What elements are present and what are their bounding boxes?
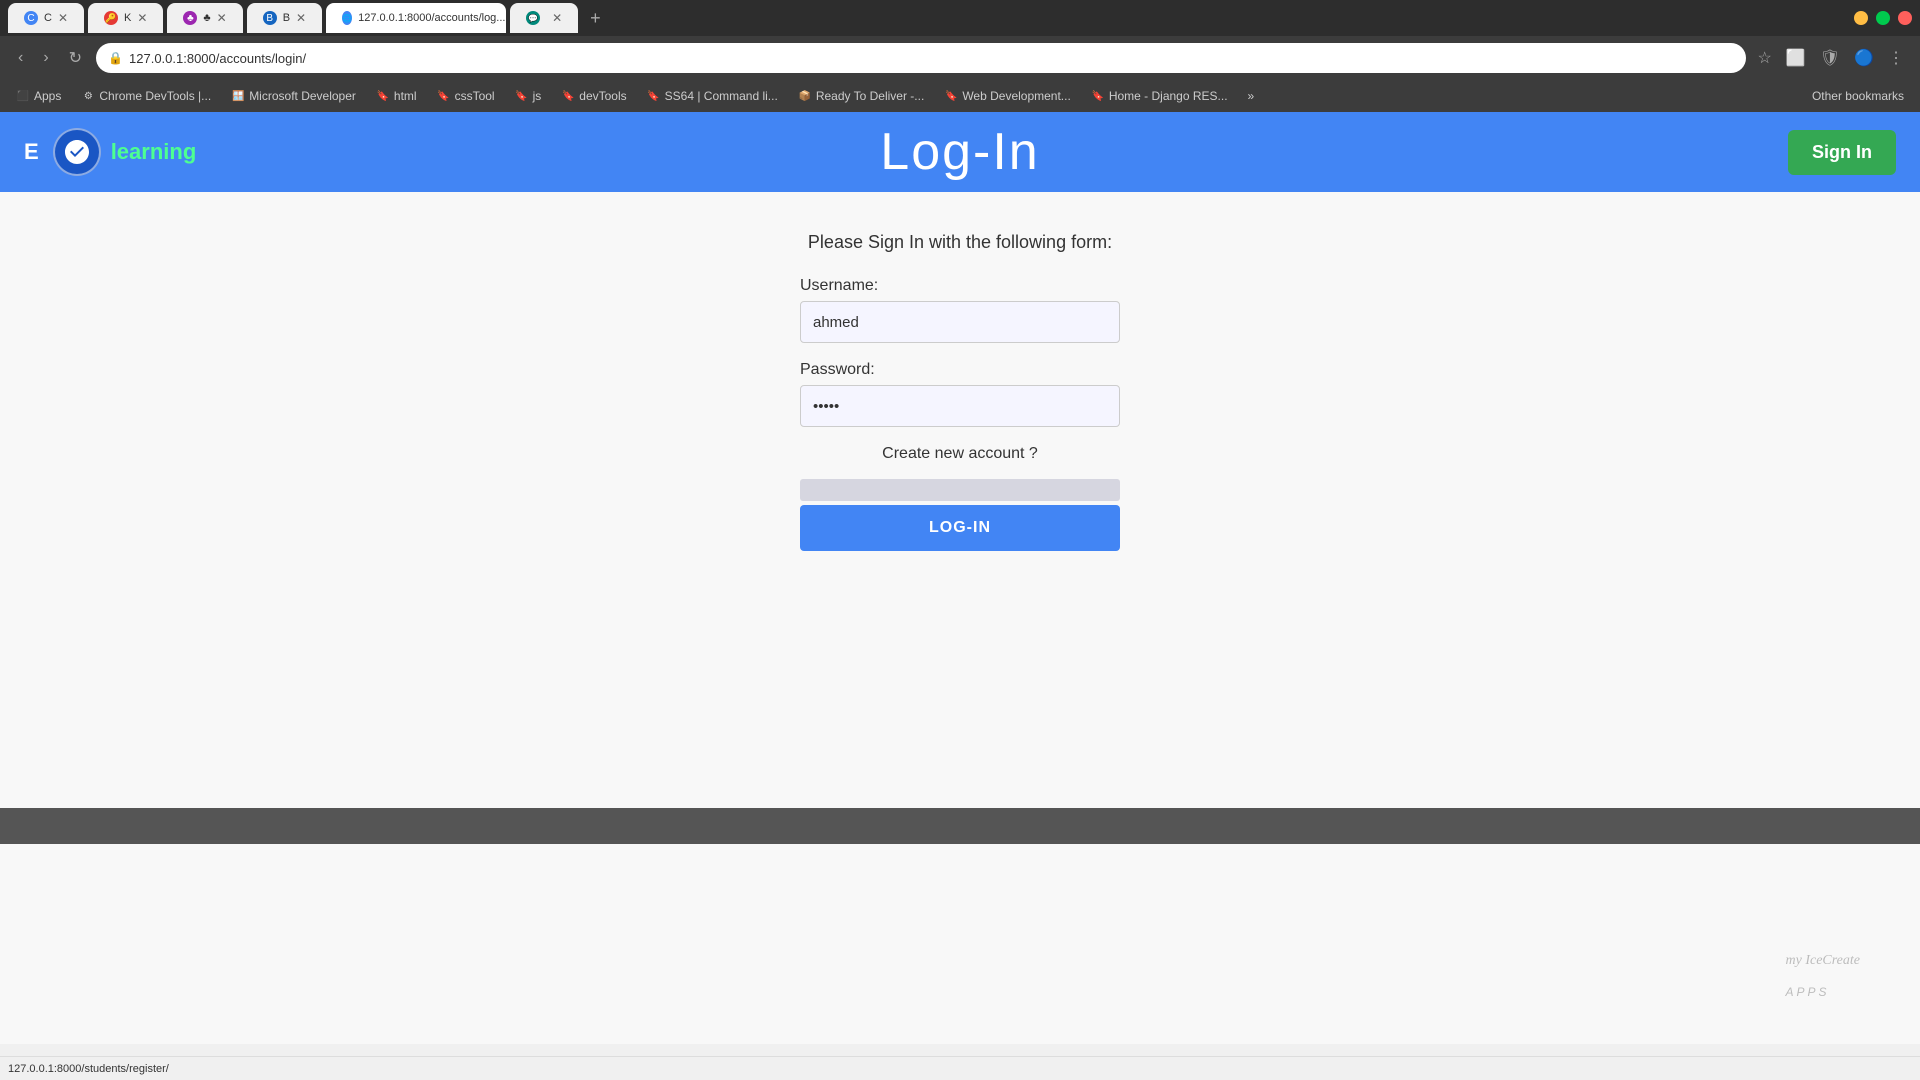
window-controls bbox=[1854, 11, 1912, 25]
password-input[interactable] bbox=[800, 385, 1120, 427]
bookmarks-bar: ⬛ Apps ⚙ Chrome DevTools |... 🪟 Microsof… bbox=[0, 80, 1920, 112]
bookmark-devtools[interactable]: ⚙ Chrome DevTools |... bbox=[73, 86, 219, 106]
bookmark-web-dev[interactable]: 🔖 Web Development... bbox=[936, 86, 1079, 106]
browser-chrome: C C ✕ 🔑 K ✕ ♣ ♣ ✕ B B ✕ 🌐 127.0.0.1:8000… bbox=[0, 0, 1920, 112]
django-favicon: 🔖 bbox=[1091, 89, 1105, 103]
bookmark-ready-to-deliver[interactable]: 📦 Ready To Deliver -... bbox=[790, 86, 933, 106]
maximize-button[interactable] bbox=[1876, 11, 1890, 25]
bookmark-devtools2[interactable]: 🔖 devTools bbox=[553, 86, 634, 106]
page-title: Log-In bbox=[880, 122, 1039, 182]
tab-4[interactable]: B B ✕ bbox=[247, 3, 322, 33]
devtools-favicon: ⚙ bbox=[81, 89, 95, 103]
bookmark-ms-dev[interactable]: 🪟 Microsoft Developer bbox=[223, 86, 364, 106]
logo-letter: E bbox=[24, 139, 39, 165]
sign-in-button[interactable]: Sign In bbox=[1788, 130, 1896, 175]
browser-toolbar: ‹ › ↻ 🔒 127.0.0.1:8000/accounts/login/ ☆… bbox=[0, 36, 1920, 80]
status-url: 127.0.0.1:8000/students/register/ bbox=[8, 1063, 169, 1075]
star-icon[interactable]: ☆ bbox=[1754, 44, 1776, 72]
status-bar: 127.0.0.1:8000/students/register/ bbox=[0, 1056, 1920, 1080]
footer-bar bbox=[0, 808, 1920, 844]
page-content: E learning Log-In Sign In Please Sign In… bbox=[0, 112, 1920, 1044]
bookmark-apps[interactable]: ⬛ Apps bbox=[8, 86, 69, 106]
tab-close-2[interactable]: ✕ bbox=[137, 11, 147, 25]
toolbar-icons: ☆ ⬜ 🛡 🔵 ⋮ bbox=[1754, 44, 1909, 72]
username-input[interactable] bbox=[800, 301, 1120, 343]
site-logo-area: E learning bbox=[24, 128, 196, 176]
web-favicon: 🔖 bbox=[944, 89, 958, 103]
tab-2[interactable]: 🔑 K ✕ bbox=[88, 3, 163, 33]
bookmark-ss64[interactable]: 🔖 SS64 | Command li... bbox=[639, 86, 786, 106]
tab-6[interactable]: 💬 ✕ bbox=[510, 3, 578, 33]
hover-overlay bbox=[800, 479, 1120, 501]
tab-3[interactable]: ♣ ♣ ✕ bbox=[167, 3, 242, 33]
logo-icon bbox=[53, 128, 101, 176]
username-group: Username: bbox=[800, 277, 1120, 343]
tab-close-4[interactable]: ✕ bbox=[296, 11, 306, 25]
tab-1[interactable]: C C ✕ bbox=[8, 3, 84, 33]
username-label: Username: bbox=[800, 277, 1120, 295]
apps-favicon: ⬛ bbox=[16, 89, 30, 103]
site-header: E learning Log-In Sign In bbox=[0, 112, 1920, 192]
bookmark-js[interactable]: 🔖 js bbox=[507, 86, 550, 106]
menu-icon[interactable]: ⋮ bbox=[1884, 44, 1908, 72]
js-favicon: 🔖 bbox=[515, 89, 529, 103]
form-container: Please Sign In with the following form: … bbox=[0, 192, 1920, 551]
create-account-link[interactable]: Create new account ? bbox=[882, 445, 1038, 462]
lock-icon: 🔒 bbox=[108, 51, 123, 65]
vpn-icon[interactable]: 🔵 bbox=[1850, 44, 1878, 72]
html-favicon: 🔖 bbox=[376, 89, 390, 103]
new-tab-button[interactable]: + bbox=[582, 8, 609, 29]
tab-bar: C C ✕ 🔑 K ✕ ♣ ♣ ✕ B B ✕ 🌐 127.0.0.1:8000… bbox=[0, 0, 1920, 36]
tab-5-active[interactable]: 🌐 127.0.0.1:8000/accounts/log... ✕ bbox=[326, 3, 506, 33]
bookmark-other[interactable]: Other bookmarks bbox=[1804, 86, 1912, 106]
login-button[interactable]: LOG-IN bbox=[800, 505, 1120, 551]
ss64-favicon: 🔖 bbox=[647, 89, 661, 103]
brand-name: learning bbox=[111, 139, 197, 165]
tab-close-3[interactable]: ✕ bbox=[217, 11, 227, 25]
tab-close-6[interactable]: ✕ bbox=[552, 11, 562, 25]
css-favicon: 🔖 bbox=[437, 89, 451, 103]
bookmark-more[interactable]: » bbox=[1240, 86, 1263, 106]
rtd-favicon: 📦 bbox=[798, 89, 812, 103]
close-button[interactable] bbox=[1898, 11, 1912, 25]
form-inner: Username: Password: Create new account ?… bbox=[800, 277, 1120, 551]
forward-button[interactable]: › bbox=[37, 45, 54, 71]
ms-favicon: 🪟 bbox=[231, 89, 245, 103]
password-group: Password: bbox=[800, 361, 1120, 427]
create-account-container: Create new account ? bbox=[800, 445, 1120, 463]
extension-icon[interactable]: ⬜ bbox=[1782, 44, 1810, 72]
bookmark-css[interactable]: 🔖 cssTool bbox=[429, 86, 503, 106]
logo-svg bbox=[63, 138, 91, 166]
bookmark-html[interactable]: 🔖 html bbox=[368, 86, 425, 106]
back-button[interactable]: ‹ bbox=[12, 45, 29, 71]
refresh-button[interactable]: ↻ bbox=[63, 44, 88, 72]
address-text: 127.0.0.1:8000/accounts/login/ bbox=[129, 51, 1733, 66]
password-label: Password: bbox=[800, 361, 1120, 379]
tab-close-1[interactable]: ✕ bbox=[58, 11, 68, 25]
form-subtitle: Please Sign In with the following form: bbox=[808, 232, 1112, 253]
bookmark-django[interactable]: 🔖 Home - Django RES... bbox=[1083, 86, 1236, 106]
minimize-button[interactable] bbox=[1854, 11, 1868, 25]
shield-icon[interactable]: 🛡 bbox=[1816, 44, 1844, 72]
address-bar[interactable]: 🔒 127.0.0.1:8000/accounts/login/ bbox=[96, 43, 1745, 73]
devtools2-favicon: 🔖 bbox=[561, 89, 575, 103]
watermark: my IceCreate APPS bbox=[1786, 940, 1861, 1004]
